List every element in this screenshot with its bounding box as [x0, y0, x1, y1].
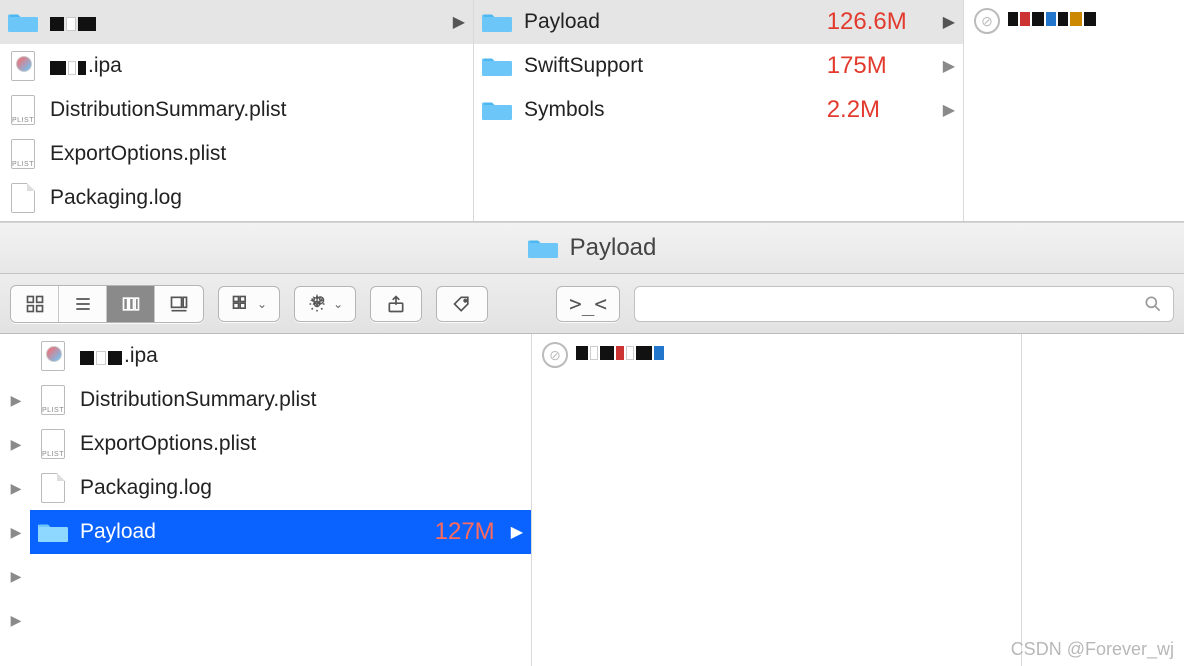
disclosure-chevron-icon[interactable]: ▶ [4, 378, 28, 422]
action-menu-button[interactable]: ⌄ [294, 286, 356, 322]
chevron-down-icon: ⌄ [257, 297, 267, 311]
item-name: Payload [524, 10, 815, 34]
list-item[interactable]: PLIST DistributionSummary.plist [0, 88, 473, 132]
item-size: 175M [827, 52, 927, 80]
tags-button[interactable] [436, 286, 488, 322]
plist-file-icon: PLIST [38, 385, 68, 415]
disclosure-chevron-icon[interactable]: ▶ [4, 510, 28, 554]
disclosure-chevron-icon[interactable]: ▶ [4, 466, 28, 510]
folder-icon [38, 517, 68, 547]
item-size: 126.6M [827, 8, 927, 36]
view-list-button[interactable] [59, 286, 107, 322]
top-finder-window: ▶ .ipa PLIST DistributionSummary.plist P… [0, 0, 1184, 222]
list-item[interactable]: Payload 126.6M ▶ [474, 0, 963, 44]
item-name: DistributionSummary.plist [50, 98, 465, 122]
list-item[interactable]: .ipa [0, 44, 473, 88]
list-item[interactable]: ▶ [0, 0, 473, 44]
item-size: 2.2M [827, 96, 927, 124]
list-item[interactable]: Payload 127M ▶ [30, 510, 531, 554]
file-icon [38, 473, 68, 503]
disclosure-spacer [4, 334, 28, 378]
window-title: Payload [570, 234, 657, 262]
list-item[interactable]: .ipa [30, 334, 531, 378]
column-2: Payload 126.6M ▶ SwiftSupport 175M ▶ Sym… [474, 0, 964, 221]
column-3-preview: ⊘ [964, 0, 1184, 221]
item-name: Payload [80, 520, 423, 544]
toolbar: ⌄ ⌄ >_< [0, 274, 1184, 334]
plist-file-icon: PLIST [38, 429, 68, 459]
censored-text [576, 342, 666, 360]
path-button[interactable]: >_< [556, 286, 620, 322]
view-mode-segmented [10, 285, 204, 323]
plist-file-icon: PLIST [8, 139, 38, 169]
view-icons-button[interactable] [11, 286, 59, 322]
item-size: 127M [435, 518, 495, 546]
item-name: SwiftSupport [524, 54, 815, 78]
column-3 [1022, 334, 1184, 666]
view-columns-button[interactable] [107, 286, 155, 322]
folder-icon [482, 51, 512, 81]
list-item[interactable]: Packaging.log [30, 466, 531, 510]
censored-text [50, 13, 98, 31]
censored-text [1008, 8, 1098, 26]
list-item[interactable]: Packaging.log [0, 176, 473, 220]
chevron-right-icon: ▶ [943, 100, 955, 120]
quicklook-icon: ⊘ [542, 342, 568, 368]
group-by-button[interactable]: ⌄ [218, 286, 280, 322]
chevron-right-icon: ▶ [943, 12, 955, 32]
ipa-file-icon [38, 341, 68, 371]
ipa-file-icon [8, 51, 38, 81]
chevron-right-icon: ▶ [943, 56, 955, 76]
bottom-finder-window: ▶ ▶ ▶ ▶ ▶ ▶ .ipa PLIST DistributionSumma… [0, 334, 1184, 666]
list-item[interactable]: Symbols 2.2M ▶ [474, 88, 963, 132]
folder-icon [482, 7, 512, 37]
chevron-down-icon: ⌄ [333, 297, 343, 311]
disclosure-rail: ▶ ▶ ▶ ▶ ▶ ▶ [4, 334, 28, 666]
censored-text [80, 347, 124, 365]
item-name: Symbols [524, 98, 815, 122]
disclosure-chevron-icon[interactable]: ▶ [4, 554, 28, 598]
list-item[interactable]: SwiftSupport 175M ▶ [474, 44, 963, 88]
disclosure-chevron-icon[interactable]: ▶ [4, 598, 28, 642]
share-button[interactable] [370, 286, 422, 322]
censored-text [50, 57, 88, 75]
item-name: Packaging.log [80, 476, 523, 500]
column-1: ▶ .ipa PLIST DistributionSummary.plist P… [0, 0, 474, 221]
folder-icon [8, 7, 38, 37]
chevron-right-icon: ▶ [511, 522, 523, 542]
plist-file-icon: PLIST [8, 95, 38, 125]
item-name [50, 10, 441, 34]
quicklook-icon: ⊘ [974, 8, 1000, 34]
item-name: .ipa [50, 54, 465, 78]
list-item[interactable]: PLIST ExportOptions.plist [0, 132, 473, 176]
column-2-preview: ⊘ [532, 334, 1022, 666]
column-1: ▶ ▶ ▶ ▶ ▶ ▶ .ipa PLIST DistributionSumma… [0, 334, 532, 666]
file-icon [8, 183, 38, 213]
list-item[interactable]: PLIST DistributionSummary.plist [30, 378, 531, 422]
search-field[interactable] [634, 286, 1174, 322]
item-name: ExportOptions.plist [50, 142, 465, 166]
item-name: ExportOptions.plist [80, 432, 523, 456]
folder-icon [528, 233, 558, 263]
item-name: Packaging.log [50, 186, 465, 210]
search-icon [1143, 294, 1163, 314]
view-gallery-button[interactable] [155, 286, 203, 322]
folder-icon [482, 95, 512, 125]
disclosure-chevron-icon[interactable]: ▶ [4, 422, 28, 466]
watermark-text: CSDN @Forever_wj [1011, 639, 1174, 660]
list-item[interactable]: PLIST ExportOptions.plist [30, 422, 531, 466]
chevron-right-icon: ▶ [453, 12, 465, 32]
item-name: DistributionSummary.plist [80, 388, 523, 412]
window-titlebar: Payload [0, 222, 1184, 274]
item-name: .ipa [80, 344, 523, 368]
